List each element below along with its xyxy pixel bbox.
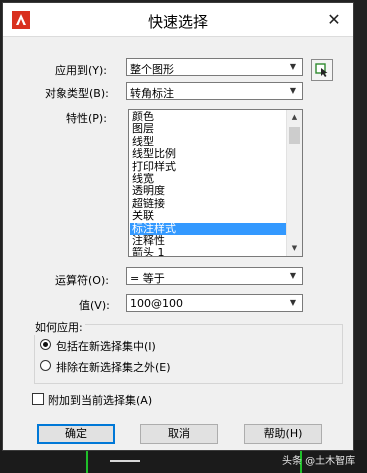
property-list-item[interactable]: 图层 [130, 123, 288, 135]
radio-selected-dot [43, 342, 48, 347]
property-list-item[interactable]: 箭头 1 [130, 247, 288, 256]
operator-label: 运算符(O): [55, 274, 109, 287]
object-type-label: 对象类型(B): [45, 87, 109, 100]
property-list-item[interactable]: 标注样式 [130, 222, 288, 235]
apply-to-label: 应用到(Y): [55, 64, 108, 77]
value-field-value: 100@100 [130, 297, 183, 310]
append-checkbox[interactable] [32, 393, 44, 405]
property-list-item[interactable]: 打印样式 [130, 161, 288, 173]
scroll-up-icon[interactable]: ▲ [287, 110, 302, 125]
object-type-value: 转角标注 [130, 87, 174, 100]
include-label[interactable]: 包括在新选择集中(I) [56, 338, 156, 354]
property-list-item[interactable]: 注释性 [130, 235, 288, 247]
quick-select-dialog: 快速选择 ✕ 应用到(Y): 整个图形 ▼ 对象类型(B): 转角标注 ▼ 特性… [2, 2, 354, 451]
value-dropdown[interactable]: 100@100 ▼ [126, 294, 303, 312]
property-list-item[interactable]: 关联 [130, 210, 288, 222]
property-list-item[interactable]: 超链接 [130, 198, 288, 210]
how-to-apply-label: 如何应用: [33, 319, 85, 335]
drawing-line [86, 450, 88, 473]
exclude-label[interactable]: 排除在新选择集之外(E) [56, 359, 171, 375]
close-icon: ✕ [327, 10, 341, 29]
append-label[interactable]: 附加到当前选择集(A) [48, 392, 152, 408]
property-list-item[interactable]: 线型比例 [130, 148, 288, 160]
property-list-item[interactable]: 透明度 [130, 185, 288, 197]
select-objects-icon [315, 63, 328, 77]
properties-label: 特性(P): [66, 112, 107, 125]
close-button[interactable]: ✕ [323, 10, 345, 30]
value-label: 值(V): [79, 299, 110, 312]
scroll-down-icon[interactable]: ▼ [287, 241, 302, 256]
operator-value: = 等于 [130, 272, 165, 285]
operator-dropdown[interactable]: = 等于 ▼ [126, 267, 303, 285]
exclude-radio[interactable] [40, 360, 51, 371]
chevron-down-icon: ▼ [289, 62, 297, 71]
properties-list: 颜色 图层 线型 线型比例 打印样式 线宽 透明度 超链接 关联 标注样式 注释性 箭头 1 [130, 111, 288, 256]
property-list-item[interactable]: 线宽 [130, 173, 288, 185]
title-bar: 快速选择 ✕ [3, 3, 353, 37]
watermark: 头条 @土木智库 [282, 456, 356, 467]
apply-to-value: 整个图形 [130, 63, 174, 76]
select-objects-button[interactable] [311, 59, 333, 81]
properties-scrollbar[interactable]: ▲ ▼ [286, 110, 302, 256]
help-button[interactable]: 帮助(H) [244, 424, 322, 444]
property-list-item[interactable]: 线型 [130, 136, 288, 148]
cancel-button[interactable]: 取消 [140, 424, 218, 444]
scroll-thumb[interactable] [289, 127, 300, 144]
property-list-item[interactable]: 颜色 [130, 111, 288, 123]
chevron-down-icon: ▼ [289, 298, 297, 307]
include-radio[interactable] [40, 339, 51, 350]
drawing-line [110, 460, 140, 462]
ok-button[interactable]: 确定 [37, 424, 115, 444]
chevron-down-icon: ▼ [289, 271, 297, 280]
object-type-dropdown[interactable]: 转角标注 ▼ [126, 82, 303, 100]
dialog-title: 快速选择 [147, 13, 208, 31]
properties-listbox[interactable]: 颜色 图层 线型 线型比例 打印样式 线宽 透明度 超链接 关联 标注样式 注释性 箭头 1 ▲ ▼ [128, 109, 303, 257]
chevron-down-icon: ▼ [289, 86, 297, 95]
apply-to-dropdown[interactable]: 整个图形 ▼ [126, 58, 303, 76]
